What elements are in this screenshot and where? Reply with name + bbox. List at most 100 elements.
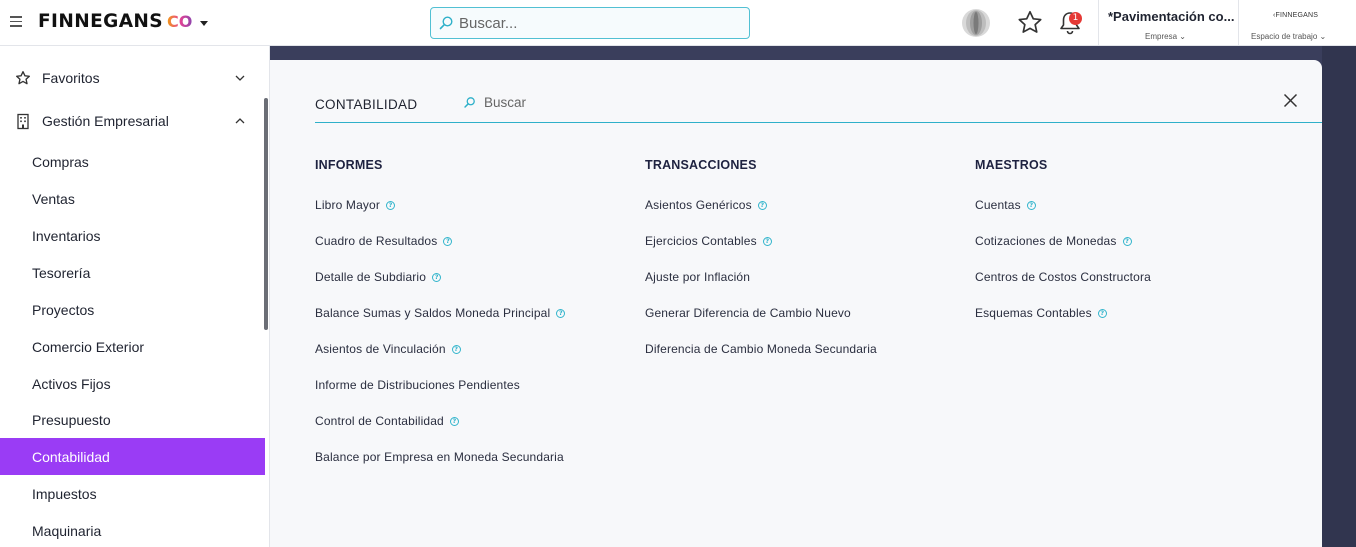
menu-link-ajuste-por-inflacion[interactable]: Ajuste por Inflación bbox=[645, 259, 877, 295]
help-icon[interactable]: ? bbox=[556, 308, 566, 318]
help-icon[interactable]: ? bbox=[449, 416, 459, 426]
sidebar-item-tesoreria[interactable]: Tesorería bbox=[0, 254, 265, 291]
sidebar-item-label: Presupuesto bbox=[32, 411, 111, 428]
search-icon bbox=[439, 16, 453, 30]
menu-link-libro-mayor[interactable]: Libro Mayor? bbox=[315, 187, 565, 223]
sidebar-item-label: Ventas bbox=[32, 190, 75, 207]
menu-link-balance-sumas-y-saldos[interactable]: Balance Sumas y Saldos Moneda Principal? bbox=[315, 295, 566, 331]
column-transacciones: TRANSACCIONES Asientos Genéricos? Ejerci… bbox=[645, 158, 877, 367]
menu-link-balance-por-empresa[interactable]: Balance por Empresa en Moneda Secundaria bbox=[315, 439, 565, 475]
help-icon[interactable]: ? bbox=[1097, 308, 1107, 318]
menu-link-label: Cuentas bbox=[975, 198, 1021, 212]
brand-name: FINNEGANS bbox=[38, 11, 164, 32]
menu-link-control-de-contabilidad[interactable]: Control de Contabilidad? bbox=[315, 403, 565, 439]
menu-link-asientos-de-vinculacion[interactable]: Asientos de Vinculación? bbox=[315, 331, 565, 367]
column-heading: TRANSACCIONES bbox=[645, 158, 757, 172]
module-menu-panel: CONTABILIDAD INFORMES Libro Mayor? Cuadr… bbox=[270, 60, 1322, 547]
help-icon[interactable]: ? bbox=[451, 344, 461, 354]
menu-link-detalle-de-subdiario[interactable]: Detalle de Subdiario? bbox=[315, 259, 565, 295]
sidebar-item-presupuesto[interactable]: Presupuesto bbox=[0, 401, 265, 438]
menu-link-generar-diferencia-de-cambio[interactable]: Generar Diferencia de Cambio Nuevo bbox=[645, 295, 877, 331]
close-icon[interactable] bbox=[1283, 93, 1298, 108]
menu-link-label: Esquemas Contables bbox=[975, 306, 1092, 320]
menu-link-label: Generar Diferencia de Cambio Nuevo bbox=[645, 306, 851, 320]
menu-link-label: Cuadro de Resultados bbox=[315, 234, 438, 248]
menu-link-esquemas-contables[interactable]: Esquemas Contables? bbox=[975, 295, 1151, 331]
panel-title: CONTABILIDAD bbox=[315, 97, 418, 112]
caret-down-icon[interactable] bbox=[200, 20, 209, 26]
menu-link-cotizaciones-de-monedas[interactable]: Cotizaciones de Monedas? bbox=[975, 223, 1151, 259]
help-icon[interactable]: ? bbox=[443, 236, 453, 246]
menu-link-label: Control de Contabilidad bbox=[315, 414, 444, 428]
global-search bbox=[430, 7, 750, 39]
sidebar-item-inventarios[interactable]: Inventarios bbox=[0, 217, 265, 254]
menu-link-label: Balance Sumas y Saldos Moneda Principal bbox=[315, 306, 551, 320]
workspace-logo: ‹FINNEGANS bbox=[1273, 12, 1319, 19]
chevron-up-icon bbox=[235, 118, 245, 124]
sidebar-item-contabilidad[interactable]: Contabilidad bbox=[0, 438, 265, 475]
menu-link-informe-de-distribuciones[interactable]: Informe de Distribuciones Pendientes bbox=[315, 367, 565, 403]
sidebar-group-label: Gestión Empresarial bbox=[42, 113, 169, 129]
help-icon[interactable]: ? bbox=[1122, 236, 1132, 246]
menu-link-label: Cotizaciones de Monedas bbox=[975, 234, 1117, 248]
menu-link-cuadro-de-resultados[interactable]: Cuadro de Resultados? bbox=[315, 223, 565, 259]
menu-link-label: Centros de Costos Constructora bbox=[975, 270, 1151, 284]
workspace-label: Espacio de trabajo ⌄ bbox=[1251, 32, 1327, 41]
chevron-down-icon bbox=[235, 75, 245, 81]
favorites-star-icon[interactable] bbox=[1016, 9, 1044, 36]
sidebar-item-activos-fijos[interactable]: Activos Fijos bbox=[0, 365, 265, 402]
sidebar-item-compras[interactable]: Compras bbox=[0, 143, 265, 180]
company-label: Empresa ⌄ bbox=[1145, 32, 1186, 41]
sidebar-item-label: Comercio Exterior bbox=[32, 338, 145, 355]
brand-suffix: CO bbox=[167, 12, 193, 31]
sidebar-item-label: Inventarios bbox=[32, 227, 101, 244]
column-maestros: MAESTROS Cuentas? Cotizaciones de Moneda… bbox=[975, 158, 1151, 331]
hamburger-menu-icon[interactable] bbox=[10, 16, 22, 28]
background-stripe bbox=[1322, 46, 1356, 547]
sidebar-item-label: Contabilidad bbox=[32, 448, 110, 465]
sidebar-item-label: Maquinaria bbox=[32, 522, 102, 539]
sidebar-item-label: Compras bbox=[32, 153, 89, 170]
global-search-input[interactable] bbox=[459, 14, 739, 32]
menu-link-label: Libro Mayor bbox=[315, 198, 381, 212]
chevron-down-icon: ⌄ bbox=[1179, 32, 1186, 41]
sidebar-item-label: Tesorería bbox=[32, 264, 91, 281]
sidebar-favorites[interactable]: Favoritos bbox=[0, 58, 264, 98]
menu-link-label: Detalle de Subdiario bbox=[315, 270, 427, 284]
help-icon[interactable]: ? bbox=[386, 200, 396, 210]
menu-link-centros-de-costos[interactable]: Centros de Costos Constructora bbox=[975, 259, 1151, 295]
menu-link-asientos-genericos[interactable]: Asientos Genéricos? bbox=[645, 187, 877, 223]
panel-search bbox=[463, 95, 784, 110]
company-name: *Pavimentación co... bbox=[1108, 9, 1235, 24]
help-icon[interactable]: ? bbox=[757, 200, 767, 210]
notification-badge: 1 bbox=[1069, 12, 1082, 25]
menu-link-label: Ajuste por Inflación bbox=[645, 270, 751, 284]
menu-link-ejercicios-contables[interactable]: Ejercicios Contables? bbox=[645, 223, 877, 259]
sidebar-item-label: Impuestos bbox=[32, 485, 97, 502]
menu-link-diferencia-de-cambio-secundaria[interactable]: Diferencia de Cambio Moneda Secundaria bbox=[645, 331, 877, 367]
star-icon bbox=[16, 71, 30, 85]
brand-logo[interactable]: FINNEGANS CO bbox=[38, 11, 209, 32]
company-selector[interactable]: *Pavimentación co... Empresa ⌄ bbox=[1098, 0, 1238, 46]
panel-header: CONTABILIDAD bbox=[315, 92, 1322, 123]
sidebar-favorites-label: Favoritos bbox=[42, 70, 100, 86]
menu-link-label: Asientos de Vinculación bbox=[315, 342, 446, 356]
sidebar-gestion-empresarial[interactable]: Gestión Empresarial bbox=[0, 101, 264, 141]
sidebar-item-label: Proyectos bbox=[32, 301, 95, 318]
sidebar-item-ventas[interactable]: Ventas bbox=[0, 180, 265, 217]
user-avatar-icon[interactable] bbox=[960, 8, 992, 38]
menu-link-label: Asientos Genéricos bbox=[645, 198, 752, 212]
menu-link-cuentas[interactable]: Cuentas? bbox=[975, 187, 1151, 223]
sidebar-item-proyectos[interactable]: Proyectos bbox=[0, 291, 265, 328]
help-icon[interactable]: ? bbox=[1026, 200, 1036, 210]
panel-search-input[interactable] bbox=[484, 95, 784, 110]
sidebar-item-impuestos[interactable]: Impuestos bbox=[0, 475, 265, 512]
menu-link-label: Informe de Distribuciones Pendientes bbox=[315, 378, 520, 392]
workspace-selector[interactable]: ‹FINNEGANS Espacio de trabajo ⌄ bbox=[1238, 0, 1356, 46]
menu-link-label: Diferencia de Cambio Moneda Secundaria bbox=[645, 342, 877, 356]
help-icon[interactable]: ? bbox=[432, 272, 442, 282]
sidebar-item-label: Activos Fijos bbox=[32, 375, 111, 392]
help-icon[interactable]: ? bbox=[762, 236, 772, 246]
sidebar-item-comercio-exterior[interactable]: Comercio Exterior bbox=[0, 328, 265, 365]
sidebar-item-maquinaria[interactable]: Maquinaria bbox=[0, 512, 265, 547]
